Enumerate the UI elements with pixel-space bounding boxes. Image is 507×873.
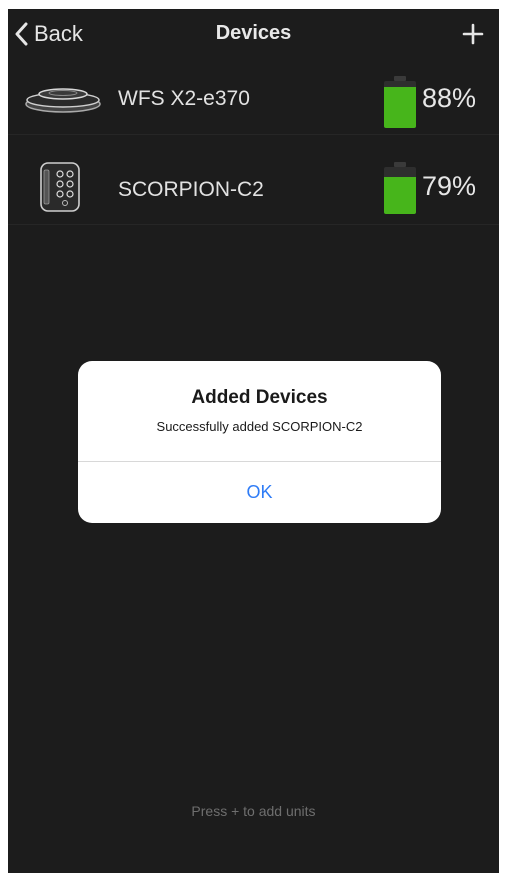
device-row[interactable]: SCORPION-C2 79% xyxy=(8,154,499,225)
added-devices-alert: Added Devices Successfully added SCORPIO… xyxy=(78,361,441,523)
plus-icon xyxy=(462,23,484,45)
battery-icon xyxy=(384,162,416,214)
navbar: Back Devices xyxy=(8,9,499,61)
disc-sensor-icon xyxy=(25,88,101,113)
ok-button[interactable]: OK xyxy=(78,462,441,523)
battery-percent: 79% xyxy=(422,171,477,201)
battery-icon xyxy=(384,76,416,128)
add-device-button[interactable] xyxy=(459,19,487,49)
page-title: Devices xyxy=(215,22,292,44)
alert-title: Added Devices xyxy=(191,387,328,408)
alert-message: Successfully added SCORPION-C2 xyxy=(156,419,363,434)
control-unit-icon xyxy=(40,162,80,212)
add-units-hint: Press + to add units xyxy=(191,803,316,819)
device-name: WFS X2-e370 xyxy=(118,87,250,110)
device-name: SCORPION-C2 xyxy=(118,178,264,201)
device-row[interactable]: WFS X2-e370 88% xyxy=(8,64,499,135)
battery-percent: 88% xyxy=(422,83,477,113)
devices-screen: Back Devices WFS X2-e370 88% SCORPION-C2… xyxy=(8,9,499,873)
